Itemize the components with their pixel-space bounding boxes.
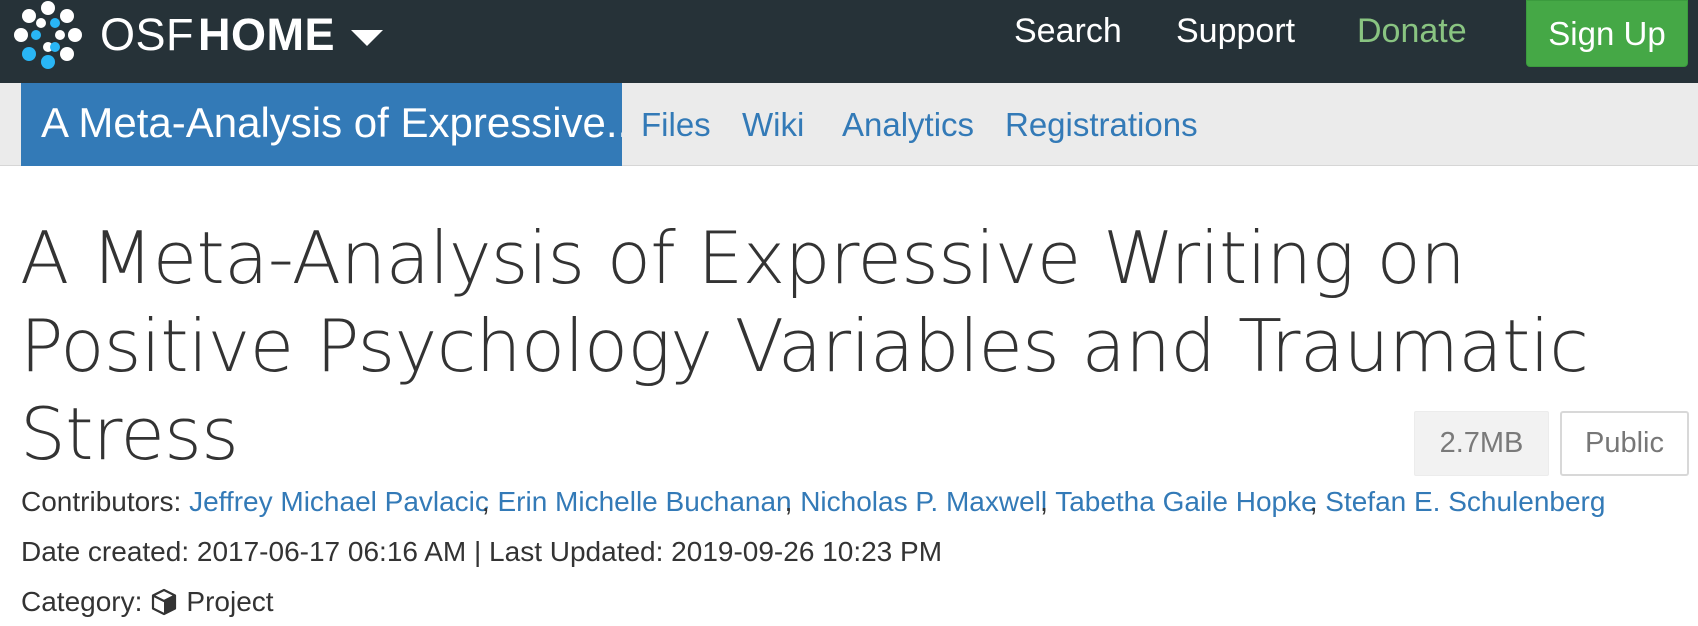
nav-support-link[interactable]: Support xyxy=(1176,0,1295,62)
category-line: Category: Project xyxy=(21,586,274,618)
caret-down-icon xyxy=(351,30,384,46)
contributor-link[interactable]: Nicholas P. Maxwell xyxy=(800,486,1047,517)
last-updated-label: Last Updated: xyxy=(489,536,664,567)
visibility-badge[interactable]: Public xyxy=(1560,411,1689,476)
brand-osf: OSF xyxy=(100,9,195,60)
contributor-link[interactable]: Stefan E. Schulenberg xyxy=(1325,486,1605,517)
tab-files[interactable]: Files xyxy=(641,83,711,166)
contributor-separator: , xyxy=(784,486,801,517)
tab-registrations[interactable]: Registrations xyxy=(1005,83,1198,166)
project-size-badge: 2.7MB xyxy=(1414,411,1549,476)
dates-line: Date created: 2017-06-17 06:16 AM | Last… xyxy=(21,536,942,568)
contributor-link[interactable]: Erin Michelle Buchanan xyxy=(497,486,791,517)
date-created-label: Date created: xyxy=(21,536,190,567)
cube-icon xyxy=(152,588,177,616)
last-updated-value: 2019-09-26 10:23 PM xyxy=(671,536,943,567)
osf-logo-icon xyxy=(14,1,82,69)
contributor-separator: , xyxy=(1309,486,1326,517)
contributor-link[interactable]: Tabetha Gaile Hopke xyxy=(1055,486,1317,517)
project-subnav: A Meta-Analysis of Expressive... Files W… xyxy=(0,83,1698,166)
contributor-link[interactable]: Jeffrey Michael Pavlacic xyxy=(189,486,489,517)
contributor-separator: , xyxy=(481,486,498,517)
contributor-separator: , xyxy=(1040,486,1056,517)
dates-divider: | xyxy=(473,536,482,567)
nav-donate-link[interactable]: Donate xyxy=(1357,0,1467,62)
category-value: Project xyxy=(186,586,274,617)
tab-analytics[interactable]: Analytics xyxy=(842,83,974,166)
brand-home: HOME xyxy=(198,9,336,60)
tab-wiki[interactable]: Wiki xyxy=(742,83,804,166)
brand-text: OSFHOME xyxy=(100,9,335,61)
category-label: Category: xyxy=(21,586,143,617)
contributors-label: Contributors: xyxy=(21,486,182,517)
top-navbar: OSFHOME Search Support Donate Sign Up xyxy=(0,0,1698,83)
sign-up-button[interactable]: Sign Up xyxy=(1526,0,1688,67)
date-created-value: 2017-06-17 06:16 AM xyxy=(196,536,467,567)
project-title-tab[interactable]: A Meta-Analysis of Expressive... xyxy=(21,83,622,166)
contributors-line: Contributors: Jeffrey Michael Pavlacic, … xyxy=(21,486,1605,518)
osf-home-brand-menu[interactable]: OSFHOME xyxy=(12,0,384,70)
nav-search-link[interactable]: Search xyxy=(1014,0,1122,62)
